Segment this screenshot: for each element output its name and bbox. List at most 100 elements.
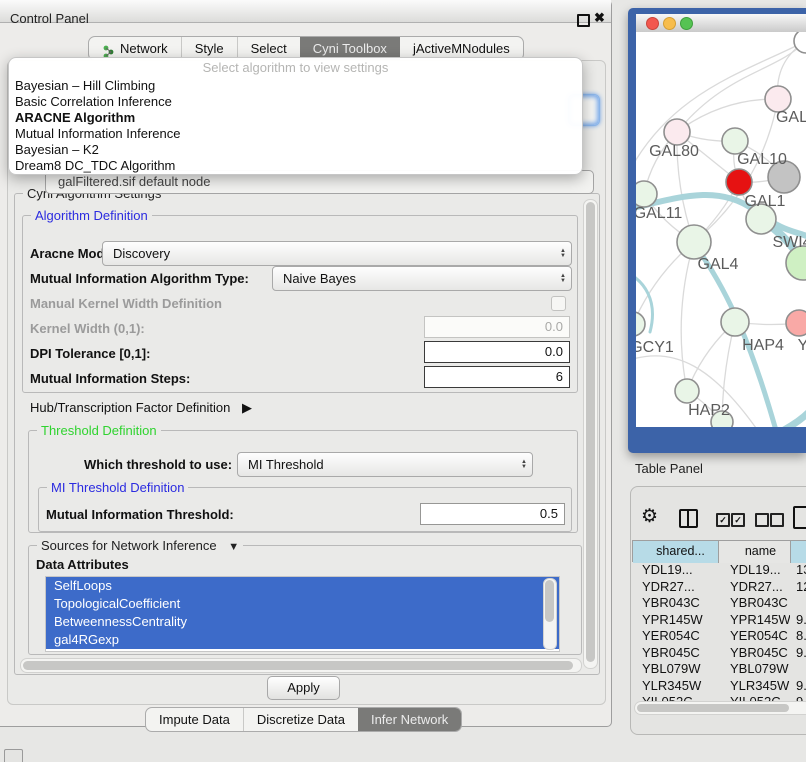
tab-label: Impute Data xyxy=(159,708,230,731)
manual-kernel-checkbox[interactable] xyxy=(551,296,566,311)
table-cell: YDL19... xyxy=(632,562,718,579)
close-traffic-icon[interactable] xyxy=(646,17,659,30)
network-node-gal80[interactable] xyxy=(664,119,690,145)
table-row[interactable]: YPR145WYPR145W9. xyxy=(632,612,806,629)
network-node-label: GAL80 xyxy=(649,143,699,160)
kernel-width-field[interactable]: 0.0 xyxy=(424,316,570,338)
table-cell: 8. xyxy=(790,628,806,645)
network-node-label: GAL10 xyxy=(737,151,787,168)
table-cell: YBR045C xyxy=(718,645,790,662)
table-header-row: shared...nameA xyxy=(632,540,806,562)
table-row[interactable]: YLR345WYLR345W9. xyxy=(632,678,806,695)
mi-threshold-legend: MI Threshold Definition xyxy=(47,480,188,495)
data-attributes-label: Data Attributes xyxy=(36,557,129,572)
network-canvas[interactable]: GALGAL80GAL10GAL1GAL11SWI4GAL4GCY1HAP4YH… xyxy=(636,32,806,427)
network-node-gal1[interactable] xyxy=(726,169,752,195)
network-node-unlabeled[interactable] xyxy=(786,246,806,280)
mi-steps-label: Mutual Information Steps: xyxy=(30,371,190,386)
network-node-hap4[interactable] xyxy=(721,308,749,336)
table-cell: 12 xyxy=(790,579,806,596)
table-row[interactable]: YDR27...YDR27...12 xyxy=(632,579,806,596)
attribute-item-topologicalcoefficient[interactable]: TopologicalCoefficient xyxy=(46,595,559,613)
hub-definition-label: Hub/Transcription Factor Definition xyxy=(30,400,230,415)
network-window-titlebar[interactable] xyxy=(636,14,806,33)
table-cell: YER054C xyxy=(718,628,790,645)
cyni-mode-tabbar: Impute Data Discretize Data Infer Network xyxy=(145,707,462,732)
dock-panel-icon[interactable] xyxy=(4,749,23,762)
gear-icon[interactable]: ⚙ xyxy=(641,505,658,528)
table-cell: 9. xyxy=(790,678,806,695)
network-node-y[interactable] xyxy=(786,310,806,336)
control-panel-titlebar[interactable] xyxy=(0,0,611,23)
column-header-shared[interactable]: shared... xyxy=(633,541,719,563)
table-cell: YIL052C xyxy=(632,694,718,701)
deselect-all-checkbox-icon[interactable] xyxy=(770,513,784,527)
minimize-traffic-icon[interactable] xyxy=(663,17,676,30)
zoom-traffic-icon[interactable] xyxy=(680,17,693,30)
table-hscrollbar[interactable] xyxy=(634,701,806,715)
network-node-hap2[interactable] xyxy=(675,379,699,403)
table-cell: YPR145W xyxy=(718,612,790,629)
mi-type-combo[interactable]: Naive Bayes ▲▼ xyxy=(272,266,572,291)
tab-discretize-data[interactable]: Discretize Data xyxy=(243,708,358,731)
select-all-checkbox-icon[interactable]: ✓ xyxy=(716,513,730,527)
threshold-definition-legend: Threshold Definition xyxy=(37,423,161,438)
select-all-checkbox-icon[interactable]: ✓ xyxy=(731,513,745,527)
settings-vscrollbar[interactable] xyxy=(583,199,598,669)
aracne-mode-combo[interactable]: Discovery ▲▼ xyxy=(102,241,572,266)
attribute-item-gal4rgexp[interactable]: gal4RGexp xyxy=(46,631,559,649)
settings-vscrollbar-thumb[interactable] xyxy=(586,202,595,662)
algorithm-placeholder: Select algorithm to view settings xyxy=(9,58,582,78)
table-row[interactable]: YBR045CYBR045C9. xyxy=(632,645,806,662)
network-node-gal11[interactable] xyxy=(636,181,657,207)
network-node-gcy1[interactable] xyxy=(636,312,645,336)
attributes-vscrollbar-thumb[interactable] xyxy=(545,580,554,622)
network-edge xyxy=(681,242,694,391)
table-hscrollbar-thumb[interactable] xyxy=(637,704,789,712)
settings-hscrollbar-thumb[interactable] xyxy=(23,661,573,670)
tab-impute-data[interactable]: Impute Data xyxy=(146,708,243,731)
network-node-label: HAP4 xyxy=(742,337,784,354)
show-columns-icon[interactable] xyxy=(679,509,698,528)
attributes-vscrollbar[interactable] xyxy=(543,578,557,650)
sources-legend[interactable]: Sources for Network Inference ▼ xyxy=(37,538,243,553)
algorithm-item-dream8-dc-tdc-algorithm[interactable]: Dream8 DC_TDC Algorithm xyxy=(9,158,582,174)
kernel-width-label: Kernel Width (0,1): xyxy=(30,321,145,336)
column-header-a[interactable]: A xyxy=(791,541,806,563)
settings-hscrollbar[interactable] xyxy=(20,658,582,673)
tab-label: Discretize Data xyxy=(257,708,345,731)
manual-kernel-label: Manual Kernel Width Definition xyxy=(30,296,222,311)
algorithm-item-bayesian-hill-climbing[interactable]: Bayesian – Hill Climbing xyxy=(9,78,582,94)
algorithm-item-mutual-information-inference[interactable]: Mutual Information Inference xyxy=(9,126,582,142)
mi-steps-field[interactable]: 6 xyxy=(424,366,570,388)
column-header-name[interactable]: name xyxy=(719,541,791,563)
float-window-icon[interactable] xyxy=(577,14,590,27)
attribute-item-betweennesscentrality[interactable]: BetweennessCentrality xyxy=(46,613,559,631)
network-node-gal4[interactable] xyxy=(677,225,711,259)
hub-definition-toggle[interactable]: Hub/Transcription Factor Definition ▶ xyxy=(30,400,252,416)
algorithm-item-aracne-algorithm[interactable]: ARACNE Algorithm xyxy=(9,110,582,126)
export-table-icon[interactable] xyxy=(793,506,806,529)
network-node-label: HAP2 xyxy=(688,402,730,419)
data-attributes-list[interactable]: SelfLoopsTopologicalCoefficientBetweenne… xyxy=(45,576,560,652)
algorithm-dropdown-popup: Select algorithm to view settings Bayesi… xyxy=(8,57,583,175)
apply-button[interactable]: Apply xyxy=(267,676,340,700)
algorithm-item-basic-correlation-inference[interactable]: Basic Correlation Inference xyxy=(9,94,582,110)
tab-infer-network[interactable]: Infer Network xyxy=(358,708,461,731)
table-row[interactable]: YDL19...YDL19...13 xyxy=(632,562,806,579)
table-cell: 9. xyxy=(790,612,806,629)
table-cell: YIL052C xyxy=(718,694,790,701)
table-row[interactable]: YER054CYER054C8. xyxy=(632,628,806,645)
deselect-all-checkbox-icon[interactable] xyxy=(755,513,769,527)
which-threshold-combo[interactable]: MI Threshold ▲▼ xyxy=(237,452,533,477)
mi-threshold-field[interactable]: 0.5 xyxy=(420,503,565,525)
network-graph[interactable]: GALGAL80GAL10GAL1GAL11SWI4GAL4GCY1HAP4YH… xyxy=(636,32,806,427)
sources-legend-label: Sources for Network Inference xyxy=(41,538,217,553)
table-row[interactable]: YBR043CYBR043C xyxy=(632,595,806,612)
close-icon[interactable]: ✖ xyxy=(594,10,605,26)
attribute-item-selfloops[interactable]: SelfLoops xyxy=(46,577,559,595)
table-row[interactable]: YIL052CYIL052C9. xyxy=(632,694,806,701)
table-row[interactable]: YBL079WYBL079W xyxy=(632,661,806,678)
dpi-tolerance-field[interactable]: 0.0 xyxy=(424,341,570,363)
algorithm-item-bayesian-k2[interactable]: Bayesian – K2 xyxy=(9,142,582,158)
